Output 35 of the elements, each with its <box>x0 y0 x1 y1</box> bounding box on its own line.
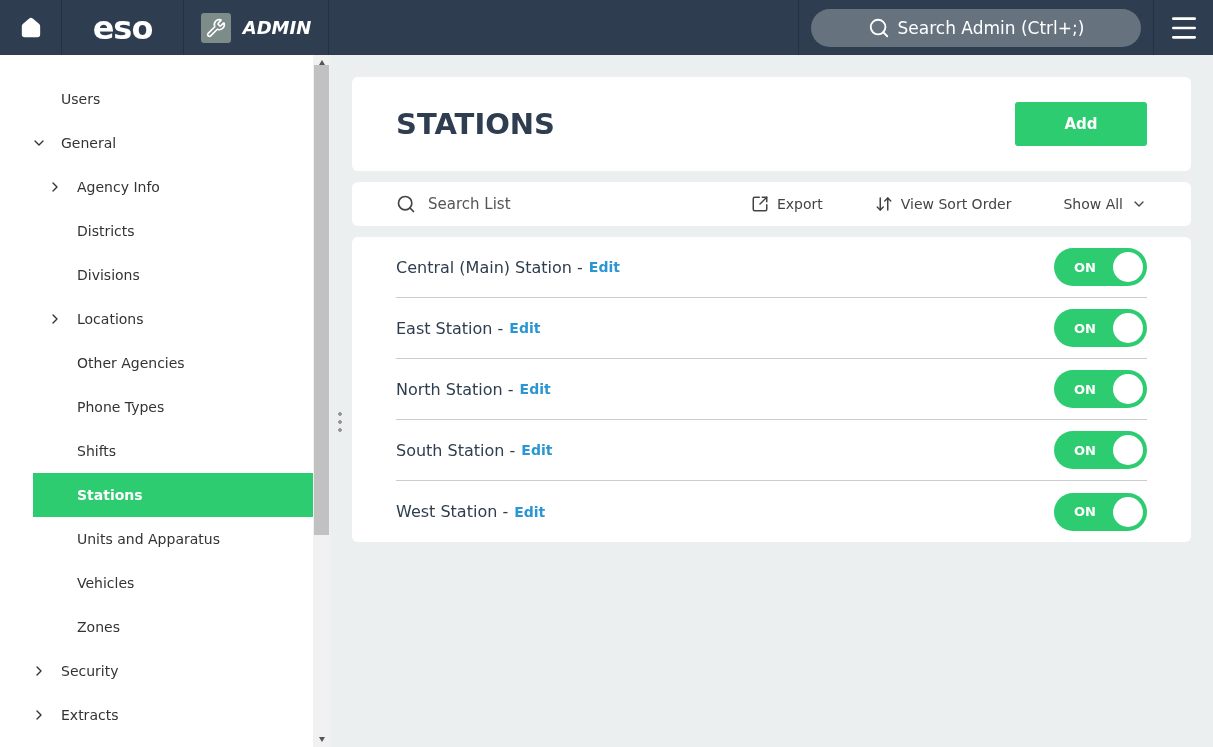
search-icon <box>396 194 416 214</box>
tools-icon <box>200 12 231 43</box>
sidebar-item[interactable]: Zones <box>0 605 313 649</box>
search-field[interactable]: Search Admin (Ctrl+;) <box>811 8 1141 47</box>
station-name: West Station - <box>396 502 509 521</box>
station-name: East Station - <box>396 318 504 338</box>
station-name: Central (Main) Station - <box>396 257 583 277</box>
app-title: ADMIN <box>242 17 312 38</box>
filter-dropdown[interactable]: Show All <box>1063 196 1147 212</box>
export-icon <box>750 195 769 213</box>
sort-order-button[interactable]: View Sort Order <box>874 195 1012 213</box>
export-button[interactable]: Export <box>750 195 823 213</box>
sort-arrows-icon <box>874 195 893 213</box>
sidebar-item[interactable]: General <box>0 121 313 165</box>
logo[interactable]: eso <box>92 8 153 47</box>
sidebar-item[interactable]: Users <box>0 77 313 121</box>
sidebar-item[interactable]: Agency Info <box>0 165 313 209</box>
home-icon[interactable] <box>19 16 42 39</box>
sidebar-item[interactable]: Phone Types <box>0 385 313 429</box>
search-icon <box>867 16 890 39</box>
station-name: North Station - <box>396 379 514 399</box>
resize-handle[interactable] <box>338 410 342 432</box>
scroll-down-icon[interactable] <box>318 737 325 742</box>
sidebar-item[interactable]: Security <box>0 649 313 693</box>
station-name: South Station - <box>396 440 516 460</box>
scrollbar[interactable] <box>313 55 330 747</box>
sidebar-item[interactable]: Districts <box>0 209 313 253</box>
sidebar-item[interactable]: Other Agencies <box>0 341 313 385</box>
sidebar-item[interactable]: Units and Apparatus <box>0 517 313 561</box>
sidebar-item[interactable]: Vehicles <box>0 561 313 605</box>
page-title: STATIONS <box>396 107 555 141</box>
sidebar-item[interactable]: Locations <box>0 297 313 341</box>
sidebar-item[interactable]: Divisions <box>0 253 313 297</box>
sidebar-item[interactable]: Extracts <box>0 693 313 737</box>
sidebar-item[interactable]: Shifts <box>0 429 313 473</box>
